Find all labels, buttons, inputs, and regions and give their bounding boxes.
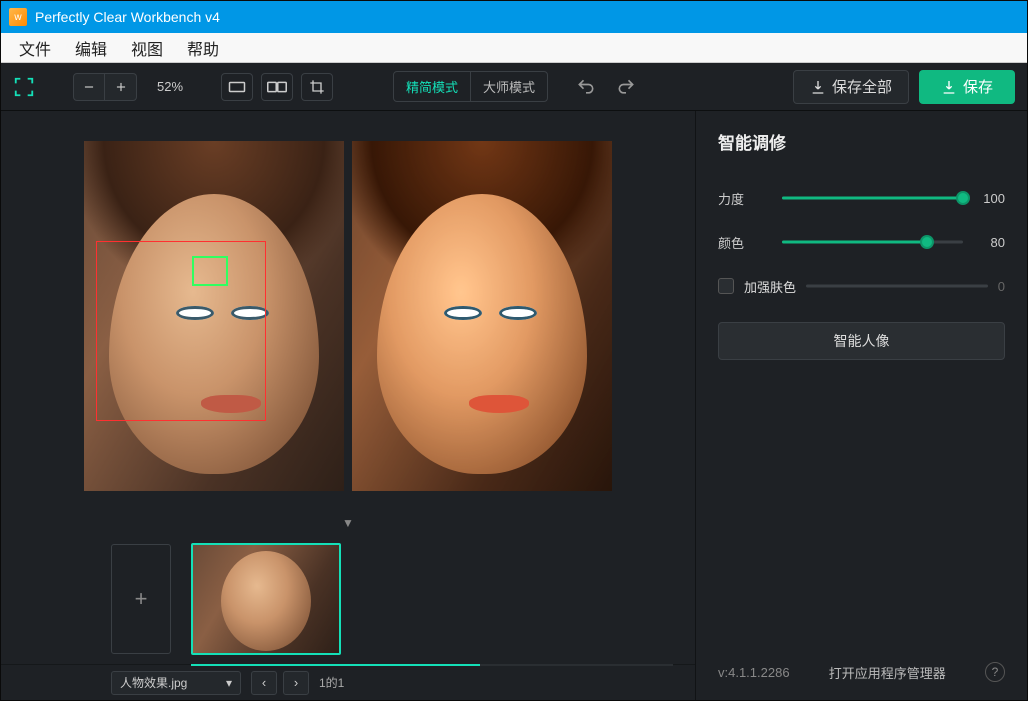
strength-value: 100 <box>973 191 1005 206</box>
enhance-skin-checkbox[interactable] <box>718 278 734 294</box>
menu-file[interactable]: 文件 <box>7 32 63 64</box>
filmstrip-scrollbar[interactable] <box>191 664 673 666</box>
save-all-label: 保存全部 <box>832 76 892 97</box>
file-nav-group: ‹ › <box>251 671 309 695</box>
filmstrip-toggle-row: ▼ <box>1 512 695 534</box>
plus-icon: + <box>135 586 148 612</box>
enhance-skin-value: 0 <box>998 279 1005 294</box>
enhance-skin-label: 加强肤色 <box>744 277 796 296</box>
status-bar: 人物效果.jpg ▾ ‹ › 1的1 <box>1 664 695 700</box>
version-label: v:4.1.1.2286 <box>718 665 790 680</box>
strength-label: 力度 <box>718 189 772 208</box>
zoom-out-button[interactable] <box>73 73 105 101</box>
smart-portrait-button[interactable]: 智能人像 <box>718 322 1005 360</box>
color-label: 颜色 <box>718 233 772 252</box>
chevron-down-icon: ▾ <box>226 676 232 690</box>
simple-mode-button[interactable]: 精简模式 <box>394 72 471 101</box>
add-image-button[interactable]: + <box>111 544 171 654</box>
filmstrip: + <box>1 534 695 664</box>
open-app-manager-link[interactable]: 打开应用程序管理器 <box>829 663 946 682</box>
canvas-pane: ▼ + 人物效果.jpg ▾ ‹ › 1的1 <box>1 111 695 700</box>
edit-mode-toggle: 精简模式 大师模式 <box>393 71 548 102</box>
zoom-level-label: 52% <box>157 79 183 94</box>
toolbar: 52% 精简模式 大师模式 保存全部 保存 <box>1 63 1027 111</box>
before-image <box>84 141 344 491</box>
app-logo-icon: w <box>9 8 27 26</box>
collapse-filmstrip-icon[interactable]: ▼ <box>342 516 354 530</box>
next-file-button[interactable]: › <box>283 671 309 695</box>
zoom-in-button[interactable] <box>105 73 137 101</box>
enhance-skin-row: 加强肤色 0 <box>718 268 1005 304</box>
zoom-group <box>73 73 137 101</box>
save-all-button[interactable]: 保存全部 <box>793 70 909 104</box>
download-icon <box>941 79 957 95</box>
main-area: ▼ + 人物效果.jpg ▾ ‹ › 1的1 智能调修 <box>1 111 1027 700</box>
menu-view[interactable]: 视图 <box>119 32 175 64</box>
menu-help[interactable]: 帮助 <box>175 32 231 64</box>
strength-slider[interactable] <box>782 188 963 208</box>
split-view-button[interactable] <box>261 73 293 101</box>
history-group <box>576 77 636 97</box>
enhance-skin-slider <box>806 276 988 296</box>
filename-dropdown[interactable]: 人物效果.jpg ▾ <box>111 671 241 695</box>
smart-portrait-label: 智能人像 <box>834 331 890 351</box>
fit-screen-icon[interactable] <box>13 76 35 98</box>
after-image <box>352 141 612 491</box>
thumbnail-selected[interactable] <box>191 543 341 655</box>
adjustments-panel: 智能调修 力度 100 颜色 80 加强肤色 0 智能人像 <box>695 111 1027 700</box>
window-title: Perfectly Clear Workbench v4 <box>35 9 220 25</box>
undo-button[interactable] <box>576 77 596 97</box>
page-indicator: 1的1 <box>319 674 344 691</box>
prev-file-button[interactable]: ‹ <box>251 671 277 695</box>
master-mode-button[interactable]: 大师模式 <box>471 72 547 101</box>
image-viewer[interactable] <box>1 111 695 512</box>
color-slider[interactable] <box>782 232 963 252</box>
panel-title: 智能调修 <box>718 129 1005 154</box>
crop-view-button[interactable] <box>301 73 333 101</box>
view-layout-group <box>221 73 333 101</box>
save-label: 保存 <box>963 76 993 97</box>
menu-edit[interactable]: 编辑 <box>63 32 119 64</box>
help-icon[interactable]: ? <box>985 662 1005 682</box>
color-row: 颜色 80 <box>718 224 1005 260</box>
redo-button[interactable] <box>616 77 636 97</box>
strength-row: 力度 100 <box>718 180 1005 216</box>
save-button[interactable]: 保存 <box>919 70 1015 104</box>
window-titlebar: w Perfectly Clear Workbench v4 <box>1 1 1027 33</box>
filename-label: 人物效果.jpg <box>120 674 187 691</box>
color-value: 80 <box>973 235 1005 250</box>
single-view-button[interactable] <box>221 73 253 101</box>
menu-bar: 文件 编辑 视图 帮助 <box>1 33 1027 63</box>
download-icon <box>810 79 826 95</box>
